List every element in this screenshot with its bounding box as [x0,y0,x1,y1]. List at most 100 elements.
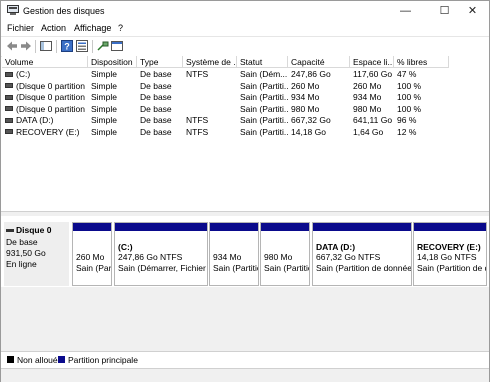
volume-cell-statut: Sain (Partiti... [240,115,288,125]
volume-icon [5,117,13,123]
volume-cell-volume: RECOVERY (E:) [2,127,88,138]
help-icon[interactable]: ? [61,40,73,52]
partition-color-bar [115,223,207,231]
partition-status: Sain (Démarrer, Fichier d [118,263,208,273]
volume-list: Volume Disposition Type Système de ... S… [2,56,489,210]
disk-kind: De base [6,237,38,247]
volume-cell-fs [183,81,237,92]
column-header-type[interactable]: Type [137,56,183,68]
volume-cell-libres: 100 % [397,103,422,114]
volume-name: DATA (D:) [16,115,54,125]
partition-block[interactable]: 934 Mo Sain (Partitio [209,222,259,286]
back-arrow-icon[interactable] [6,40,18,52]
partition-block-c[interactable]: (C:) 247,86 Go NTFS Sain (Démarrer, Fich… [114,222,208,286]
volume-cell-capacite: 260 Mo [291,80,320,91]
volume-cell-capacite: 980 Mo [291,103,320,114]
partition-title: RECOVERY (E:) [417,242,481,252]
partition-color-bar [261,223,309,231]
partition-title: DATA (D:) [316,242,356,252]
properties-icon[interactable] [76,40,88,52]
column-header-statut[interactable]: Statut [237,56,288,68]
column-header-capacite[interactable]: Capacité [288,56,350,68]
menu-action[interactable]: Action [41,23,66,33]
status-bar [1,368,489,382]
disk-management-window: Gestion des disques — ☐ ✕ Fichier Action… [0,0,490,382]
menu-fichier[interactable]: Fichier [7,23,34,33]
volume-cell-capacite: 934 Mo [291,92,320,102]
column-header-espace-libre[interactable]: Espace li... [350,56,394,68]
console-tree-icon[interactable] [40,40,52,52]
partition-size: 980 Mo [264,252,293,262]
disk-management-app-icon [7,5,19,15]
forward-arrow-icon[interactable] [20,40,32,52]
volume-cell-libres: 12 % [397,126,417,137]
disk-name: Disque 0 [16,225,52,235]
volume-name: RECOVERY (E:) [16,126,80,137]
window-title: Gestion des disques [23,6,105,16]
volume-row[interactable]: (Disque 0 partition ... Simple De base Sain… [2,81,448,92]
volume-name: (Disque 0 partition ... [16,92,88,102]
disk-icon [6,229,14,233]
volume-icon [5,83,13,89]
volume-row[interactable]: (Disque 0 partition ... Simple De base Sain… [2,92,448,103]
legend-swatch-unallocated [7,356,14,363]
volume-cell-type: De base [140,103,172,114]
volume-cell-libres: 47 % [397,69,417,79]
volume-cell-volume: (Disque 0 partition ... [2,81,88,92]
minimize-button[interactable]: — [389,1,422,22]
partition-color-bar [313,223,411,231]
volume-icon [5,106,13,112]
volume-row[interactable]: (C:) Simple De base NTFS Sain (Dém... 247,86 … [2,69,448,80]
partition-block[interactable]: 260 Mo Sain (Part [72,222,112,286]
partition-status: Sain (Partitio [264,263,310,273]
disk-info-panel[interactable]: Disque 0 De base 931,50 Go En ligne [4,222,69,286]
volume-cell-type: De base [140,80,172,91]
volume-cell-disposition: Simple [91,126,117,137]
connect-icon[interactable] [97,40,109,52]
column-header-pct-libres[interactable]: % libres [394,56,449,68]
close-button[interactable]: ✕ [456,1,489,22]
legend-label-unallocated: Non alloué [17,355,58,365]
volume-cell-statut: Sain (Partiti... [240,80,288,91]
partition-block-data[interactable]: DATA (D:) 667,32 Go NTFS Sain (Partition… [312,222,412,286]
volume-cell-espace: 641,11 Go [353,115,393,125]
partition-size: 14,18 Go NTFS [417,252,477,262]
title-bar: Gestion des disques — ☐ ✕ [1,1,489,22]
column-header-filesystem[interactable]: Système de ... [183,56,237,68]
svg-text:?: ? [64,42,70,52]
column-header-volume[interactable]: Volume [2,56,88,68]
menu-bar: Fichier Action Affichage ? [1,22,489,36]
volume-cell-capacite: 667,32 Go [291,115,331,125]
volume-cell-fs [183,104,237,115]
volume-row[interactable]: (Disque 0 partition ... Simple De base Sain… [2,104,448,115]
view-icon[interactable] [111,40,123,52]
volume-row[interactable]: DATA (D:) Simple De base NTFS Sain (Partiti.… [2,115,448,126]
volume-cell-disposition: Simple [91,115,117,125]
volume-cell-disposition: Simple [91,80,117,91]
volume-row[interactable]: RECOVERY (E:) Simple De base NTFS Sain (Part… [2,127,448,138]
volume-cell-espace: 980 Mo [353,103,382,114]
partition-title: (C:) [118,242,133,252]
volume-cell-statut: Sain (Partiti... [240,103,288,114]
column-header-disposition[interactable]: Disposition [88,56,137,68]
volume-cell-statut: Sain (Dém... [240,69,288,79]
partition-size: 260 Mo [76,252,105,262]
volume-cell-libres: 100 % [397,92,422,102]
menu-help[interactable]: ? [118,23,123,33]
legend-label-primary: Partition principale [68,355,138,365]
volume-cell-disposition: Simple [91,103,117,114]
menu-affichage[interactable]: Affichage [74,23,111,33]
partition-block-recovery[interactable]: RECOVERY (E:) 14,18 Go NTFS Sain (Partit… [413,222,487,286]
volume-name: (C:) [16,69,31,79]
partition-block[interactable]: 980 Mo Sain (Partitio [260,222,310,286]
disk-size: 931,50 Go [6,248,46,258]
partition-status: Sain (Partition de données [316,263,412,273]
volume-cell-type: De base [140,115,172,125]
volume-cell-type: De base [140,92,172,102]
volume-cell-libres: 100 % [397,80,422,91]
disk-state: En ligne [6,259,37,269]
volume-cell-type: De base [140,69,172,79]
volume-cell-fs: NTFS [186,69,209,79]
partition-size: 247,86 Go NTFS [118,252,183,262]
toolbar-separator [35,40,36,53]
